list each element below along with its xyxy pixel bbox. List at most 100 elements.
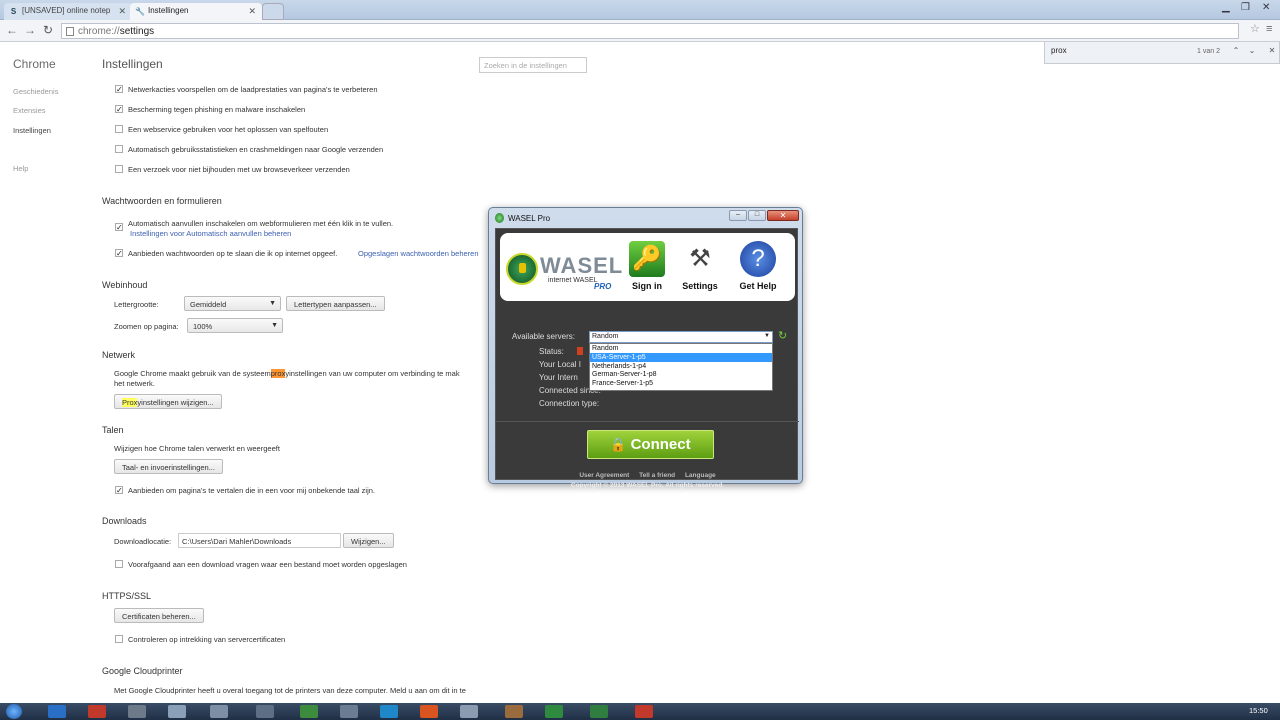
app-icon[interactable]	[635, 705, 653, 718]
close-tab-icon[interactable]: ✕	[118, 6, 126, 17]
checkbox-revocation[interactable]	[115, 635, 123, 643]
copyright: Copyright © 2013 WASEL Pro, All rights r…	[570, 482, 725, 489]
checkbox-translate[interactable]	[115, 486, 123, 494]
settings-sidebar: Chrome Geschiedenis Extensies Instelling…	[0, 43, 90, 703]
minimize-icon[interactable]: –	[729, 210, 747, 221]
sign-in-button[interactable]: 🔑 Sign in	[624, 241, 670, 299]
find-next-icon[interactable]: ⌄	[1245, 46, 1259, 59]
find-prev-icon[interactable]: ⌃	[1229, 46, 1243, 59]
tab-notepad[interactable]: S [UNSAVED] online notep ✕	[4, 3, 132, 20]
settings-search-input[interactable]: Zoeken in de instellingen	[479, 57, 587, 73]
wasel-client-area: WASEL internet WASEL PRO 🔑 Sign in ⚒ Set…	[495, 228, 799, 489]
server-select-value: Random	[592, 333, 619, 340]
user-agreement-link[interactable]: User Agreement	[579, 472, 629, 479]
checkbox-spelling[interactable]	[115, 125, 123, 133]
autofill-settings-link[interactable]: Instellingen voor Automatisch aanvullen …	[130, 229, 291, 238]
manage-certificates-button[interactable]: Certificaten beheren...	[114, 608, 204, 623]
server-option[interactable]: Random	[590, 344, 772, 353]
app-icon[interactable]	[128, 705, 146, 718]
explorer-icon[interactable]	[48, 705, 66, 718]
app-icon[interactable]	[210, 705, 228, 718]
wrench-icon: 🔧	[135, 7, 145, 16]
checkbox-autofill[interactable]	[115, 223, 123, 231]
customize-fonts-button[interactable]: Lettertypen aanpassen...	[286, 296, 385, 311]
checkbox-predict[interactable]	[115, 85, 123, 93]
reload-icon[interactable]: ↻	[43, 23, 53, 37]
sidebar-item-extensions[interactable]: Extensies	[13, 106, 46, 115]
checkbox-save-passwords[interactable]	[115, 249, 123, 257]
app-icon[interactable]	[300, 705, 318, 718]
translate-label: Aanbieden om pagina's te vertalen die in…	[128, 486, 376, 495]
back-icon[interactable]: ←	[6, 23, 18, 37]
tools-icon: ⚒	[689, 245, 711, 272]
lock-icon: 🔒	[610, 437, 627, 452]
checkbox-ask-download[interactable]	[115, 560, 123, 568]
find-highlight: prox	[270, 369, 286, 378]
download-path-field[interactable]: C:\Users\Dari Mahler\Downloads	[178, 533, 341, 548]
dropdown-arrow-icon: ▼	[764, 333, 770, 339]
maximize-icon[interactable]: ❐	[1241, 2, 1250, 13]
server-option[interactable]: USA-Server-1-p5	[590, 352, 772, 362]
app-icon[interactable]	[340, 705, 358, 718]
font-size-select[interactable]: Gemiddeld ▼	[184, 296, 281, 311]
checkbox-dnt[interactable]	[115, 165, 123, 173]
forward-icon[interactable]: →	[24, 23, 36, 37]
app-icon[interactable]	[590, 705, 608, 718]
start-button[interactable]	[6, 704, 22, 719]
server-select[interactable]: Random ▼	[589, 331, 773, 343]
checkbox-phishing[interactable]	[115, 105, 123, 113]
server-option[interactable]: Netherlands-1-p4	[590, 362, 772, 371]
proxy-settings-button[interactable]: Proxyinstellingen wijzigen...	[114, 394, 222, 409]
internet-ip-label: Your Intern	[539, 373, 578, 382]
connect-button[interactable]: 🔒 Connect	[587, 430, 714, 459]
section-downloads: Downloads	[102, 516, 147, 526]
section-network: Netwerk	[102, 350, 136, 360]
close-tab-icon[interactable]: ✕	[248, 6, 256, 17]
tab-settings[interactable]: 🔧 Instellingen ✕	[130, 3, 262, 20]
star-icon[interactable]: ☆	[1250, 22, 1260, 35]
revocation-label: Controleren op intrekking van servercert…	[128, 635, 286, 644]
settings-button[interactable]: ⚒ Settings	[677, 241, 723, 299]
tab-strip: S [UNSAVED] online notep ✕ 🔧 Instellinge…	[0, 0, 1280, 20]
wasel-logo-icon	[506, 253, 538, 285]
privacy-option: Een verzoek voor niet bijhouden met uw b…	[128, 165, 350, 174]
wasel-window: WASEL Pro – □ ✕ WASEL internet WASEL PRO…	[488, 207, 803, 489]
app-icon[interactable]	[88, 705, 106, 718]
close-icon[interactable]: ✕	[767, 210, 799, 221]
sidebar-item-history[interactable]: Geschiedenis	[13, 87, 58, 96]
sidebar-item-help[interactable]: Help	[13, 164, 28, 173]
get-help-button[interactable]: ? Get Help	[735, 241, 781, 299]
language-settings-button[interactable]: Taal- en invoerinstellingen...	[114, 459, 223, 474]
app-icon[interactable]	[256, 705, 274, 718]
refresh-icon[interactable]: ↻	[778, 330, 790, 342]
menu-icon[interactable]: ≡	[1266, 23, 1272, 35]
minimize-icon[interactable]: ▁	[1222, 2, 1230, 13]
network-text-b: yinstellingen van uw computer om verbind…	[285, 369, 460, 378]
app-icon[interactable]	[380, 705, 398, 718]
address-bar[interactable]: chrome://settings	[61, 23, 1239, 39]
app-icon[interactable]	[460, 705, 478, 718]
sidebar-title: Chrome	[13, 57, 56, 71]
app-icon[interactable]	[420, 705, 438, 718]
saved-passwords-link[interactable]: Opgeslagen wachtwoorden beheren	[358, 249, 479, 258]
find-close-icon[interactable]: ✕	[1265, 46, 1279, 59]
app-icon[interactable]	[168, 705, 186, 718]
sidebar-item-settings[interactable]: Instellingen	[13, 126, 51, 135]
close-window-icon[interactable]: ✕	[1262, 2, 1270, 13]
app-icon[interactable]	[545, 705, 563, 718]
change-download-button[interactable]: Wijzigen...	[343, 533, 394, 548]
maximize-icon[interactable]: □	[748, 210, 766, 221]
tell-friend-link[interactable]: Tell a friend	[639, 472, 675, 479]
new-tab-button[interactable]	[262, 3, 284, 20]
download-location-label: Downloadlocatie:	[114, 537, 172, 546]
section-passwords: Wachtwoorden en formulieren	[102, 196, 222, 206]
find-bar: prox 1 van 2 ⌃ ⌄ ✕	[1044, 42, 1280, 64]
zoom-select[interactable]: 100% ▼	[187, 318, 283, 333]
server-option[interactable]: France-Server-1-p5	[590, 379, 772, 388]
checkbox-stats[interactable]	[115, 145, 123, 153]
language-link[interactable]: Language	[685, 472, 716, 479]
app-icon[interactable]	[505, 705, 523, 718]
local-ip-label: Your Local I	[539, 360, 581, 369]
server-option[interactable]: German-Server-1-p8	[590, 370, 772, 379]
notepad-icon: S	[10, 7, 17, 16]
